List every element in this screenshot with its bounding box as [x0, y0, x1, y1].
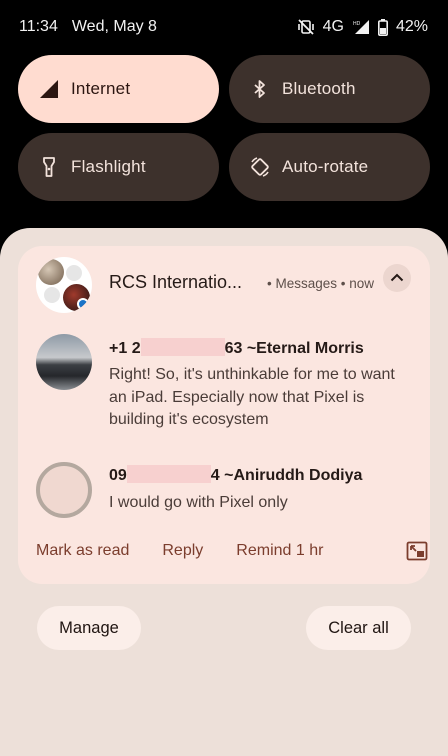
date: Wed, May 8: [71, 18, 157, 35]
rotate-icon: [249, 156, 271, 178]
sender-number-suffix: 4 ~Aniruddh Dodiya: [210, 467, 363, 484]
collapse-button[interactable]: [383, 264, 411, 292]
notification-time: now: [349, 276, 375, 291]
message-text: I would go with Pixel only: [109, 494, 288, 511]
message-sender: 09 4 ~Aniruddh Dodiya: [109, 465, 362, 485]
redacted-number: [126, 465, 211, 483]
manage-button[interactable]: Manage: [37, 606, 141, 650]
tile-bluetooth[interactable]: Bluetooth: [229, 55, 430, 123]
sender-number-prefix: 09: [109, 467, 127, 484]
sender-avatar: [36, 334, 92, 390]
network-type: 4G: [322, 18, 344, 35]
tile-auto-rotate[interactable]: Auto-rotate: [229, 133, 430, 201]
group-avatar: [36, 257, 92, 313]
reply-button[interactable]: Reply: [162, 542, 203, 560]
redacted-number: [140, 338, 225, 356]
avatar-placeholder: [44, 287, 60, 303]
vibrate-off-icon: [297, 18, 315, 36]
battery-icon: [377, 18, 388, 36]
avatar-placeholder: [66, 265, 82, 281]
sender-number-suffix: 63 ~Eternal Morris: [224, 340, 364, 357]
tile-label: Internet: [71, 79, 131, 98]
battery-level: 42%: [395, 18, 428, 35]
chevron-up-icon: [390, 269, 404, 287]
tile-label: Auto-rotate: [282, 157, 369, 176]
svg-text:HD: HD: [353, 21, 361, 27]
status-bar: 11:34 Wed, May 8 4G HD 42%: [0, 0, 448, 54]
messages-app-badge-icon: [77, 298, 89, 310]
notification-card[interactable]: RCS Internatio... • Messages • now +1 2 6…: [18, 246, 430, 584]
notification-actions: Mark as read Reply Remind 1 hr: [36, 540, 428, 562]
tile-internet[interactable]: Internet: [18, 55, 219, 123]
mark-as-read-button[interactable]: Mark as read: [36, 542, 129, 560]
sender-avatar: [36, 462, 92, 518]
sender-number-prefix: +1 2: [109, 340, 141, 357]
tile-label: Bluetooth: [282, 79, 356, 98]
signal-icon: [38, 78, 60, 100]
bubble-icon[interactable]: [406, 541, 428, 566]
tile-label: Flashlight: [71, 157, 146, 176]
tile-flashlight[interactable]: Flashlight: [18, 133, 219, 201]
message-sender: +1 2 63 ~Eternal Morris: [109, 338, 364, 358]
app-name: Messages: [275, 276, 338, 291]
notification-title: RCS Internatio...: [109, 272, 243, 292]
clock: 11:34: [19, 18, 58, 35]
avatar-photo: [38, 259, 64, 285]
signal-icon: HD: [352, 19, 370, 35]
notification-meta: • Messages • now: [267, 276, 375, 291]
bluetooth-icon: [249, 78, 271, 100]
message-text: Right! So, it's unthinkable for me to wa…: [109, 366, 395, 428]
clear-all-button[interactable]: Clear all: [306, 606, 411, 650]
flashlight-icon: [38, 156, 60, 178]
remind-button[interactable]: Remind 1 hr: [236, 542, 323, 560]
quick-settings-tiles: Internet Bluetooth Flashlight Auto-rotat…: [18, 55, 430, 201]
